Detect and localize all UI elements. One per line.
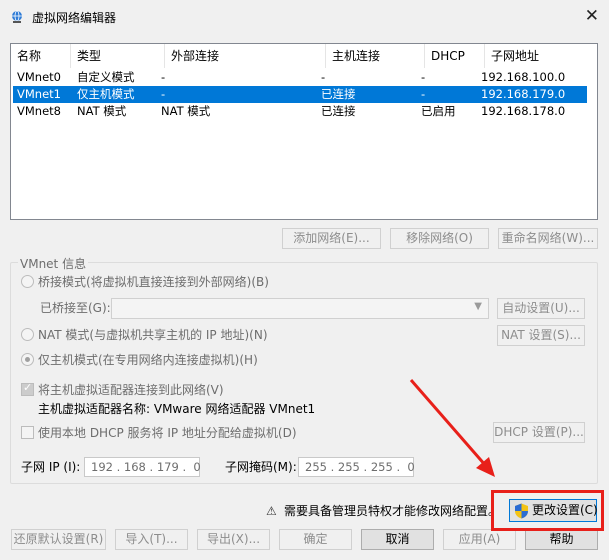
auto-settings-button[interactable]: 自动设置(U)...	[497, 298, 585, 319]
cancel-button[interactable]: 取消	[361, 529, 434, 550]
bridged-to-select[interactable]: ▼	[111, 298, 489, 319]
bridged-mode-label: 桥接模式(将虚拟机直接连接到外部网络)(B)	[38, 275, 269, 289]
cell-name: VMnet1	[17, 87, 61, 101]
cell-external: NAT 模式	[161, 104, 211, 118]
subnet-ip-input[interactable]: 192 . 168 . 179 . 0	[84, 457, 201, 477]
cell-dhcp: -	[421, 70, 426, 84]
import-button[interactable]: 导入(T)...	[115, 529, 188, 550]
cell-type: 仅主机模式	[77, 87, 135, 101]
cell-type: 自定义模式	[77, 70, 135, 84]
apply-button[interactable]: 应用(A)	[443, 529, 516, 550]
change-settings-button[interactable]: 更改设置(C)	[509, 499, 598, 522]
restore-defaults-button[interactable]: 还原默认设置(R)	[11, 529, 106, 550]
host-only-mode-label: 仅主机模式(在专用网络内连接虚拟机)(H)	[38, 353, 258, 367]
cell-subnet: 192.168.100.0	[481, 70, 566, 84]
table-row-vmnet0[interactable]: VMnet0 自定义模式 - - - 192.168.100.0	[13, 69, 587, 86]
bridged-to-label: 已桥接至(G):	[40, 301, 111, 315]
cell-dhcp: 已启用	[421, 104, 456, 118]
rename-network-button[interactable]: 重命名网络(W)...	[498, 228, 598, 249]
remove-network-button[interactable]: 移除网络(O)	[390, 228, 489, 249]
checkbox-box	[21, 381, 34, 396]
use-dhcp-checkbox[interactable]: 使用本地 DHCP 服务将 IP 地址分配给虚拟机(D)	[21, 425, 381, 441]
subnet-ip-label: 子网 IP (I):	[21, 460, 81, 474]
dhcp-settings-button[interactable]: DHCP 设置(P)...	[493, 422, 585, 443]
network-list[interactable]: 名称 类型 外部连接 主机连接 DHCP 子网地址 VMnet0 自定义模式 -…	[10, 43, 598, 220]
cell-dhcp: -	[421, 87, 426, 101]
radio-circle	[21, 353, 34, 366]
cell-name: VMnet8	[17, 104, 61, 118]
radio-circle	[21, 275, 34, 288]
nat-mode-radio[interactable]: NAT 模式(与虚拟机共享主机的 IP 地址)(N)	[21, 327, 381, 343]
checkbox-box	[21, 426, 34, 439]
window-title: 虚拟网络编辑器	[32, 11, 117, 25]
column-header-dhcp[interactable]: DHCP	[425, 44, 485, 68]
warning-icon: ⚠	[266, 504, 277, 518]
change-settings-label: 更改设置(C)	[532, 503, 598, 517]
adapter-name-label: 主机虚拟适配器名称: VMware 网络适配器 VMnet1	[38, 402, 316, 416]
column-header-host[interactable]: 主机连接	[326, 44, 425, 68]
add-network-button[interactable]: 添加网络(E)...	[282, 228, 381, 249]
host-only-mode-radio[interactable]: 仅主机模式(在专用网络内连接虚拟机)(H)	[21, 352, 381, 368]
table-row-vmnet1[interactable]: VMnet1 仅主机模式 - 已连接 - 192.168.179.0	[13, 86, 587, 103]
column-header-type[interactable]: 类型	[71, 44, 165, 68]
column-header-name[interactable]: 名称	[11, 44, 71, 68]
cell-host: 已连接	[321, 87, 356, 101]
ok-button[interactable]: 确定	[279, 529, 352, 550]
chevron-down-icon: ▼	[474, 301, 482, 312]
cell-subnet: 192.168.179.0	[481, 87, 566, 101]
radio-circle	[21, 328, 34, 341]
connect-adapter-label: 将主机虚拟适配器连接到此网络(V)	[38, 383, 224, 397]
cell-external: -	[161, 87, 166, 101]
subnet-mask-label: 子网掩码(M):	[225, 460, 297, 474]
network-globe-icon	[12, 10, 22, 23]
title-bar: 虚拟网络编辑器 ✕	[0, 0, 609, 34]
column-header-subnet[interactable]: 子网地址	[485, 44, 597, 68]
cell-host: -	[321, 70, 326, 84]
use-dhcp-label: 使用本地 DHCP 服务将 IP 地址分配给虚拟机(D)	[38, 426, 297, 440]
nat-mode-label: NAT 模式(与虚拟机共享主机的 IP 地址)(N)	[38, 328, 268, 342]
cell-external: -	[161, 70, 166, 84]
column-header-external[interactable]: 外部连接	[165, 44, 326, 68]
uac-shield-icon	[515, 503, 528, 519]
connect-adapter-checkbox[interactable]: 将主机虚拟适配器连接到此网络(V)	[21, 381, 381, 398]
cell-host: 已连接	[321, 104, 356, 118]
cell-type: NAT 模式	[77, 104, 127, 118]
list-header: 名称 类型 外部连接 主机连接 DHCP 子网地址	[11, 44, 597, 68]
vmnet-info-title: VMnet 信息	[18, 255, 89, 272]
subnet-mask-input[interactable]: 255 . 255 . 255 . 0	[298, 457, 415, 477]
help-button[interactable]: 帮助	[525, 529, 598, 550]
nat-settings-button[interactable]: NAT 设置(S)...	[497, 325, 585, 346]
cell-subnet: 192.168.178.0	[481, 104, 566, 118]
admin-notice-text: 需要具备管理员特权才能修改网络配置。	[284, 504, 491, 518]
table-row-vmnet8[interactable]: VMnet8 NAT 模式 NAT 模式 已连接 已启用 192.168.178…	[13, 103, 587, 120]
bridged-mode-radio[interactable]: 桥接模式(将虚拟机直接连接到外部网络)(B)	[21, 274, 381, 290]
close-icon[interactable]: ✕	[585, 7, 599, 25]
export-button[interactable]: 导出(X)...	[197, 529, 270, 550]
vmnet-info-group	[10, 262, 598, 484]
cell-name: VMnet0	[17, 70, 61, 84]
